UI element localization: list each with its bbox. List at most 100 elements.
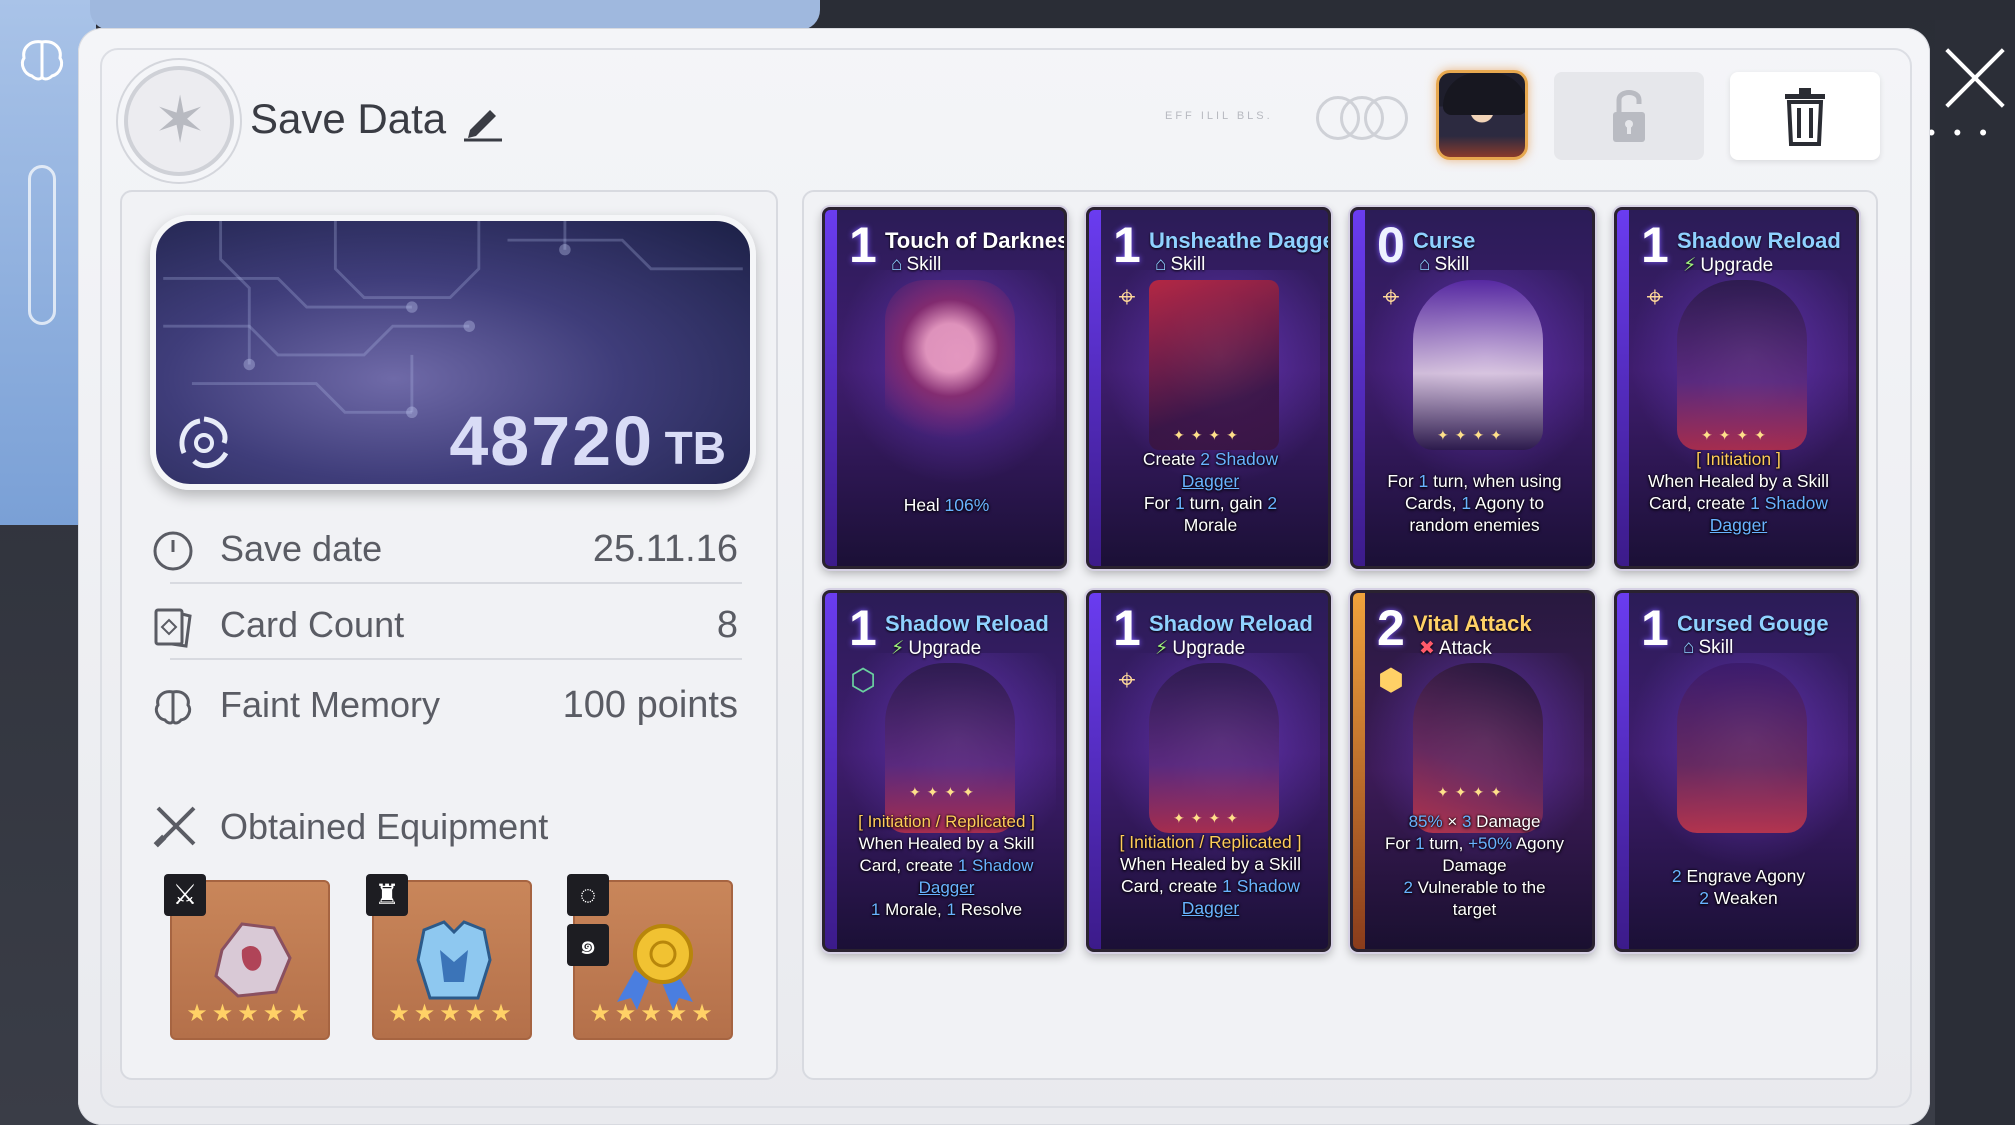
star-rating: ★★★★★ xyxy=(388,1000,516,1027)
target-icon: ⌖ xyxy=(1118,281,1136,314)
card-sparkle: ✦✦✦✦ xyxy=(1437,427,1508,443)
card-vital-attack[interactable]: ⬢ ✦✦✦✦ 2 Vital Attack ✖ Attack 85% × 3 Da… xyxy=(1350,590,1595,952)
card-sparkle: ✦✦✦✦ xyxy=(1701,427,1772,443)
header-code-text: EFF ILIL BLS. xyxy=(1165,110,1273,122)
sword-icon: ⚔ xyxy=(164,874,206,916)
card-name: Shadow Reload xyxy=(1677,228,1841,253)
info-value: 8 xyxy=(716,604,738,646)
card-description: [ Initiation ] When Healed by a Skill Ca… xyxy=(1648,449,1829,535)
card-type: ⚡ Upgrade xyxy=(1683,255,1774,276)
card-description: [ Initiation / Replicated ] When Healed … xyxy=(858,812,1035,919)
info-label: Card Count xyxy=(220,604,405,645)
right-strip xyxy=(1935,20,2015,1125)
swirl-icon: ๑ xyxy=(567,924,609,966)
card-cost: 1 xyxy=(849,217,877,273)
top-tab xyxy=(90,0,820,30)
skill-icon: ⌂ xyxy=(1683,637,1695,658)
card-type: ⌂ Skill xyxy=(1155,254,1206,275)
medal-icon xyxy=(617,924,693,1010)
brain-icon[interactable] xyxy=(16,34,68,86)
card-description: Create 2 Shadow Dagger For 1 turn, gain … xyxy=(1142,449,1279,535)
info-value: 100 points xyxy=(562,684,738,726)
upgrade-icon: ⚡ xyxy=(891,638,905,659)
card-name: Vital Attack xyxy=(1413,611,1532,636)
info-row-card-count: Card Count 8 xyxy=(150,588,742,660)
armor-icon: ♜ xyxy=(366,874,408,916)
card-shadow-reload[interactable]: ⌖ ✦✦✦✦ 1 Shadow Reload ⚡ Upgrade [ Initia… xyxy=(1614,207,1859,569)
card-touch-of-darkness[interactable]: 1 Touch of Darkness ⌂ Skill Heal 106% xyxy=(822,207,1067,569)
card-description: [ Initiation / Replicated ] When Healed … xyxy=(1119,832,1302,918)
target-icon: ⌖ xyxy=(1382,281,1400,314)
card-name: Touch of Darkness xyxy=(885,228,1067,253)
attack-icon: ✖ xyxy=(1419,638,1435,659)
delete-button[interactable] xyxy=(1730,72,1880,160)
storage-value: 48720 xyxy=(449,402,654,480)
card-unsheathe-dagger[interactable]: ⌖ ✦✦✦✦ 1 Unsheathe Dagger ⌂ Skill Create … xyxy=(1086,207,1331,569)
more-icon: • • • xyxy=(1927,120,1993,145)
equipment-slot[interactable]: ⚔ ★★★★★ xyxy=(164,874,330,1040)
card-sparkle: ✦✦✦✦ xyxy=(1437,784,1508,800)
crossed-swords-icon xyxy=(153,806,196,848)
card-name: Cursed Gouge xyxy=(1677,611,1829,636)
card-cursed-gouge[interactable]: 1 Cursed Gouge ⌂ Skill 2 Engrave Agony 2 … xyxy=(1614,590,1859,952)
card-sparkle: ✦✦✦✦ xyxy=(1173,810,1244,826)
emblem-icon: ⬡ xyxy=(849,664,877,697)
lock-button[interactable] xyxy=(1554,72,1704,160)
card-curse[interactable]: ⌖ ✦✦✦✦ 0 Curse ⌂ Skill For 1 turn, when u… xyxy=(1350,207,1595,569)
card-sparkle: ✦✦✦✦ xyxy=(909,784,980,800)
rings-icon xyxy=(1316,96,1408,140)
card-cost: 1 xyxy=(1113,217,1141,273)
card-name: Curse xyxy=(1413,228,1476,253)
card-name: Shadow Reload xyxy=(885,611,1049,636)
info-label: Save date xyxy=(220,528,383,569)
card-cost: 1 xyxy=(849,600,877,656)
trash-icon xyxy=(1785,88,1825,146)
card-icon xyxy=(154,608,192,648)
star-rating: ★★★★★ xyxy=(186,1000,314,1027)
close-icon[interactable] xyxy=(1943,44,2007,108)
target-icon: ⌖ xyxy=(1646,281,1664,314)
star-rating: ★★★★★ xyxy=(589,1000,717,1027)
emblem-icon: ⬢ xyxy=(1377,664,1405,697)
skill-icon: ⌂ xyxy=(1419,254,1431,275)
side-pill xyxy=(28,165,56,325)
card-cost: 1 xyxy=(1641,600,1669,656)
card-name: Unsheathe Dagger xyxy=(1149,228,1331,253)
card-shadow-reload[interactable]: ⌖ ✦✦✦✦ 1 Shadow Reload ⚡ Upgrade [ Initia… xyxy=(1086,590,1331,952)
info-value: 25.11.16 xyxy=(592,528,738,570)
equipment-title: Obtained Equipment xyxy=(220,806,549,847)
storage-unit: TB xyxy=(664,422,726,474)
card-name: Shadow Reload xyxy=(1149,611,1313,636)
upgrade-icon: ⚡ xyxy=(1155,638,1169,659)
card-type: ⌂ Skill xyxy=(1419,254,1470,275)
card-type: ⌂ Skill xyxy=(1683,637,1734,658)
card-cost: 0 xyxy=(1377,217,1405,273)
card-description: Heal 106% xyxy=(903,495,990,515)
storage-card: 48720 TB xyxy=(150,215,756,490)
target-icon: ⌖ xyxy=(1118,664,1136,697)
card-description: For 1 turn, when using Cards, 1 Agony to… xyxy=(1387,471,1562,535)
skill-icon: ⌂ xyxy=(1155,254,1167,275)
upgrade-icon: ⚡ xyxy=(1683,255,1697,276)
card-type: ⚡ Upgrade xyxy=(1155,638,1246,659)
equipment-slot[interactable]: ♜ ★★★★★ xyxy=(366,874,532,1040)
info-row-faint-memory: Faint Memory 100 points xyxy=(150,668,742,740)
card-sparkle: ✦✦✦✦ xyxy=(1173,427,1244,443)
card-description: 85% × 3 Damage For 1 turn, +50% Agony Da… xyxy=(1384,812,1565,919)
swirl-icon xyxy=(174,413,234,473)
info-row-save-date: Save date 25.11.16 xyxy=(150,512,742,584)
info-label: Faint Memory xyxy=(220,684,441,725)
card-description: 2 Engrave Agony 2 Weaken xyxy=(1671,866,1806,908)
character-avatar[interactable] xyxy=(1436,70,1528,160)
card-cost: 2 xyxy=(1377,600,1405,656)
equipment-slot[interactable]: ◌ ๑ ★★★★★ xyxy=(567,874,733,1040)
card-type: ⚡ Upgrade xyxy=(891,638,982,659)
ring-icon: ◌ xyxy=(567,874,609,916)
clock-icon xyxy=(153,531,193,571)
armor-art-icon xyxy=(416,920,492,1000)
edit-icon[interactable] xyxy=(462,100,504,142)
crystal-ore-icon xyxy=(214,922,292,998)
page-title: Save Data xyxy=(250,95,447,142)
card-cost: 1 xyxy=(1113,600,1141,656)
card-shadow-reload[interactable]: ⬡ ✦✦✦✦ 1 Shadow Reload ⚡ Upgrade [ Initia… xyxy=(822,590,1067,952)
